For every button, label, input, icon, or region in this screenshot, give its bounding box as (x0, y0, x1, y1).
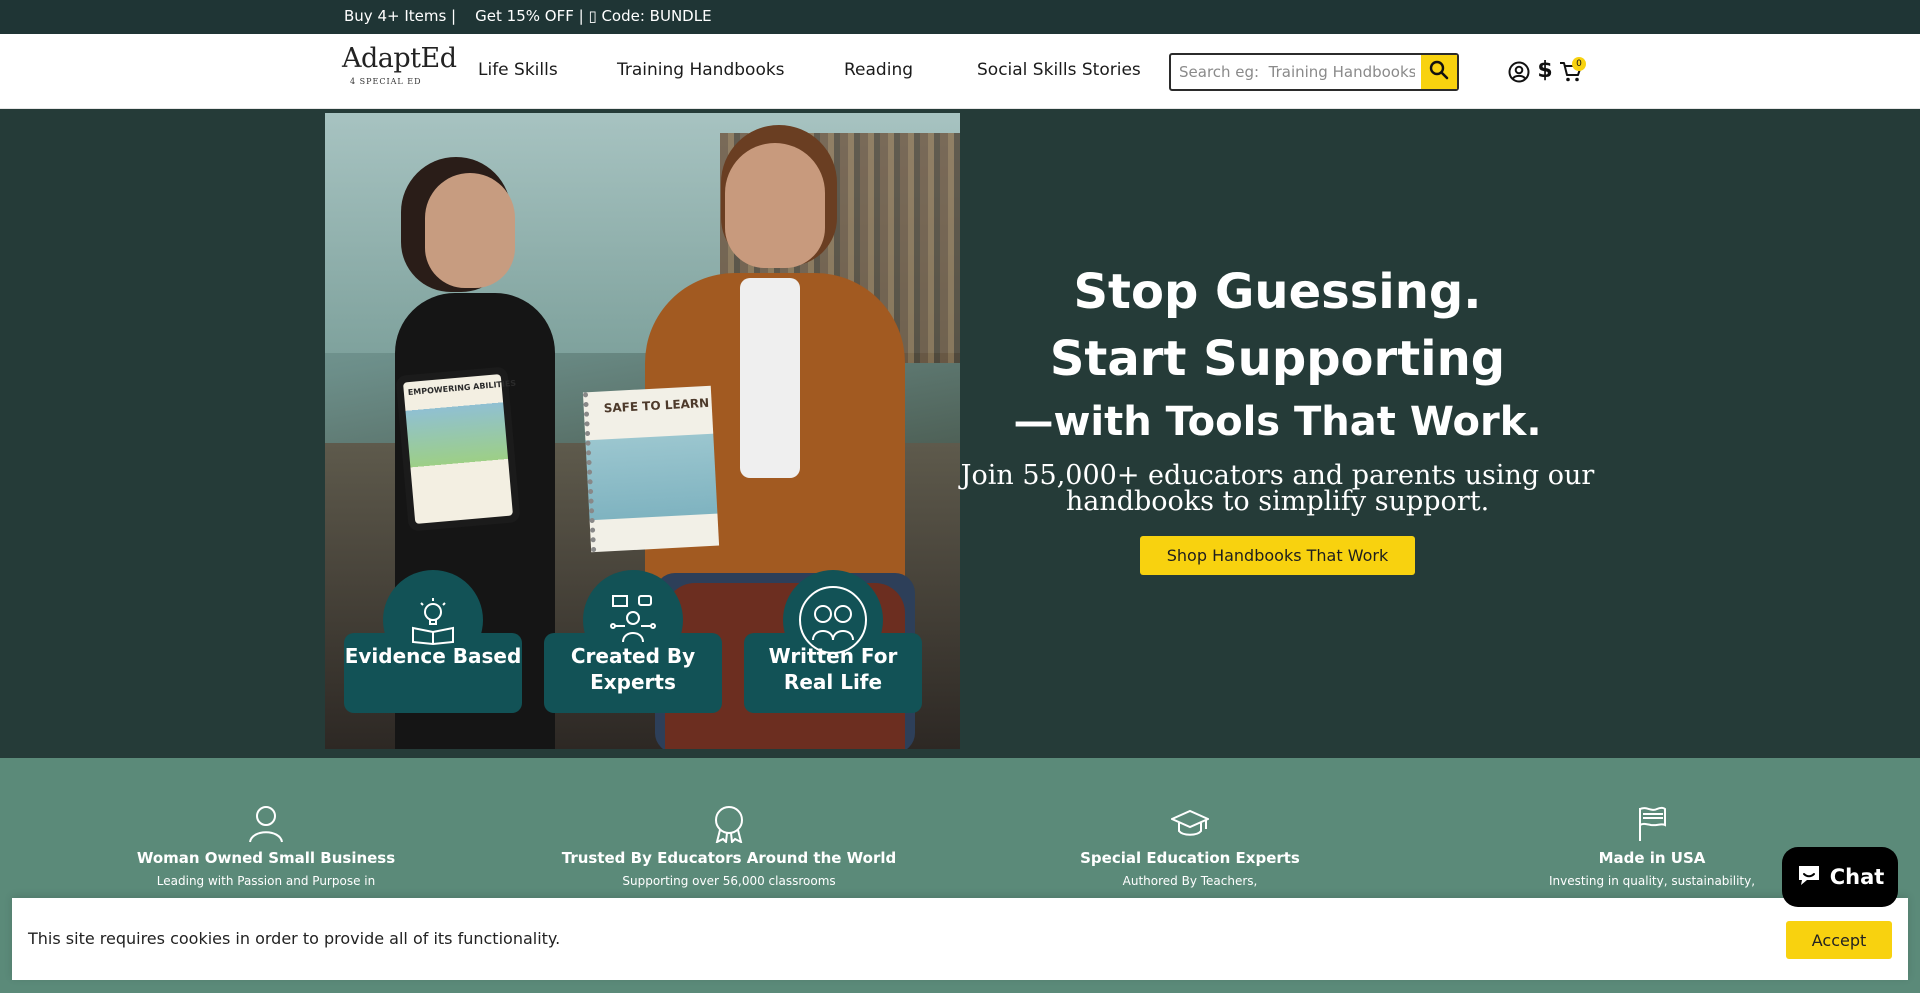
logo[interactable]: AdaptEd 4 SPECIAL ED (342, 43, 457, 91)
badge-label: Evidence Based (344, 644, 522, 668)
site-header: AdaptEd 4 SPECIAL ED Life Skills Trainin… (0, 34, 1920, 109)
search-box (1169, 53, 1459, 91)
person-icon (246, 804, 286, 844)
man-head (725, 143, 825, 268)
search-button[interactable] (1421, 55, 1457, 89)
feature-desc: Leading with Passion and Purpose in (156, 874, 376, 888)
currency-symbol: $ (1537, 57, 1553, 83)
chat-widget-button[interactable]: Chat (1782, 847, 1898, 907)
tablet-screen: EMPOWERING ABILITIES (402, 373, 516, 525)
nav-social-skills-stories[interactable]: Social Skills Stories (977, 60, 1141, 80)
announcement-bar: Buy 4+ Items | Get 15% OFF | ▯ Code: BUN… (0, 0, 1920, 34)
graduation-cap-icon (1170, 804, 1210, 844)
feature-desc: Supporting over 56,000 classrooms (622, 874, 836, 888)
cart-count-badge: 0 (1572, 57, 1586, 71)
feature-woman-owned: Woman Owned Small Business Leading with … (56, 804, 476, 892)
tablet-title: EMPOWERING ABILITIES (407, 378, 517, 398)
search-input[interactable] (1179, 55, 1415, 89)
headline-line-3: —with Tools That Work. (1013, 399, 1542, 445)
feature-desc: Authored By Teachers, (1122, 874, 1258, 888)
badge-written-for-real-life: Written For Real Life (744, 570, 922, 713)
flag-icon (1632, 804, 1672, 844)
currency-icon[interactable]: $ (1533, 57, 1557, 83)
logo-name: AdaptEd (342, 43, 457, 74)
handbook-cover: SAFE TO LEARN (582, 385, 720, 553)
feature-title: Trusted By Educators Around the World (561, 849, 897, 867)
nav-reading[interactable]: Reading (844, 60, 913, 80)
headline-line-2: Start Supporting (1049, 331, 1506, 387)
cookie-text: This site requires cookies in order to p… (28, 929, 561, 948)
shop-handbooks-button[interactable]: Shop Handbooks That Work (1140, 536, 1415, 575)
logo-tagline: 4 SPECIAL ED (350, 77, 422, 86)
headline-line-1: Stop Guessing. (1073, 264, 1482, 320)
badge-label: Created By Experts (570, 644, 696, 694)
badge-label: Written For Real Life (768, 644, 898, 694)
feature-title: Special Education Experts (1080, 849, 1300, 867)
award-ribbon-icon (709, 804, 749, 844)
feature-trusted-by-educators: Trusted By Educators Around the World Su… (519, 804, 939, 892)
badge-evidence-based: Evidence Based (344, 570, 522, 713)
man-shirt (740, 278, 800, 478)
accept-cookies-button[interactable]: Accept (1786, 921, 1892, 959)
announcement-text: Buy 4+ Items | Get 15% OFF | ▯ Code: BUN… (344, 7, 712, 25)
feature-special-ed-experts: Special Education Experts Authored By Te… (980, 804, 1400, 892)
search-icon (1429, 60, 1449, 84)
woman-head (425, 173, 515, 288)
chat-label: Chat (1829, 865, 1885, 889)
handbook-title: SAFE TO LEARN (603, 395, 710, 416)
hero-subtext: Join 55,000+ educators and parents using… (960, 460, 1595, 517)
cookie-banner: This site requires cookies in order to p… (12, 898, 1908, 980)
hero-copy: Stop Guessing. Start Supporting —with To… (960, 109, 1595, 758)
account-icon[interactable] (1507, 60, 1531, 84)
feature-title: Woman Owned Small Business (136, 849, 396, 867)
badge-created-by-experts: Created By Experts (544, 570, 722, 713)
nav-training-handbooks[interactable]: Training Handbooks (617, 60, 785, 80)
nav-life-skills[interactable]: Life Skills (478, 60, 558, 80)
hero-image: EMPOWERING ABILITIES SAFE TO LEARN Evide… (325, 113, 960, 749)
chat-bubble-icon (1796, 863, 1822, 891)
hero-section: EMPOWERING ABILITIES SAFE TO LEARN Evide… (0, 109, 1920, 758)
tablet-device: EMPOWERING ABILITIES (395, 366, 521, 532)
